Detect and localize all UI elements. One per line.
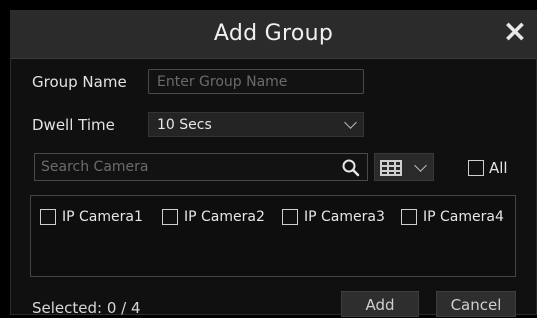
add-group-dialog: Add Group × Group Name Dwell Time 10 Sec… bbox=[10, 10, 537, 317]
camera-list-panel: IP Camera1 IP Camera2 IP Camera3 IP Came… bbox=[30, 195, 516, 277]
camera-item[interactable]: IP Camera4 bbox=[401, 209, 504, 225]
dwell-time-label: Dwell Time bbox=[32, 116, 115, 134]
camera-label: IP Camera2 bbox=[184, 209, 265, 225]
all-checkbox[interactable] bbox=[468, 160, 484, 176]
search-camera-input[interactable] bbox=[35, 154, 367, 180]
camera-checkbox[interactable] bbox=[401, 209, 417, 225]
camera-item[interactable]: IP Camera1 bbox=[40, 209, 143, 225]
chevron-down-icon bbox=[344, 116, 357, 129]
camera-item[interactable]: IP Camera2 bbox=[162, 209, 265, 225]
group-name-field bbox=[148, 69, 364, 94]
chevron-down-icon bbox=[414, 159, 427, 172]
add-button[interactable]: Add bbox=[341, 291, 419, 317]
dwell-time-select[interactable]: 10 Secs bbox=[148, 112, 364, 137]
group-name-input[interactable] bbox=[149, 70, 363, 93]
search-icon[interactable] bbox=[341, 158, 361, 178]
group-name-label: Group Name bbox=[32, 73, 127, 91]
close-icon[interactable]: × bbox=[500, 17, 530, 47]
camera-checkbox[interactable] bbox=[162, 209, 178, 225]
view-toggle-button[interactable] bbox=[374, 153, 434, 181]
camera-item[interactable]: IP Camera3 bbox=[282, 209, 385, 225]
grid-view-icon bbox=[380, 160, 402, 176]
dialog-title: Add Group bbox=[213, 21, 334, 46]
camera-label: IP Camera4 bbox=[423, 209, 504, 225]
camera-label: IP Camera3 bbox=[304, 209, 385, 225]
selected-count: Selected: 0 / 4 bbox=[32, 299, 141, 317]
dialog-titlebar: Add Group × bbox=[11, 11, 536, 59]
cancel-button[interactable]: Cancel bbox=[436, 291, 516, 317]
camera-label: IP Camera1 bbox=[62, 209, 143, 225]
all-checkbox-label: All bbox=[489, 159, 508, 177]
search-field bbox=[34, 153, 368, 181]
camera-checkbox[interactable] bbox=[40, 209, 56, 225]
dwell-time-value: 10 Secs bbox=[157, 117, 212, 133]
camera-checkbox[interactable] bbox=[282, 209, 298, 225]
